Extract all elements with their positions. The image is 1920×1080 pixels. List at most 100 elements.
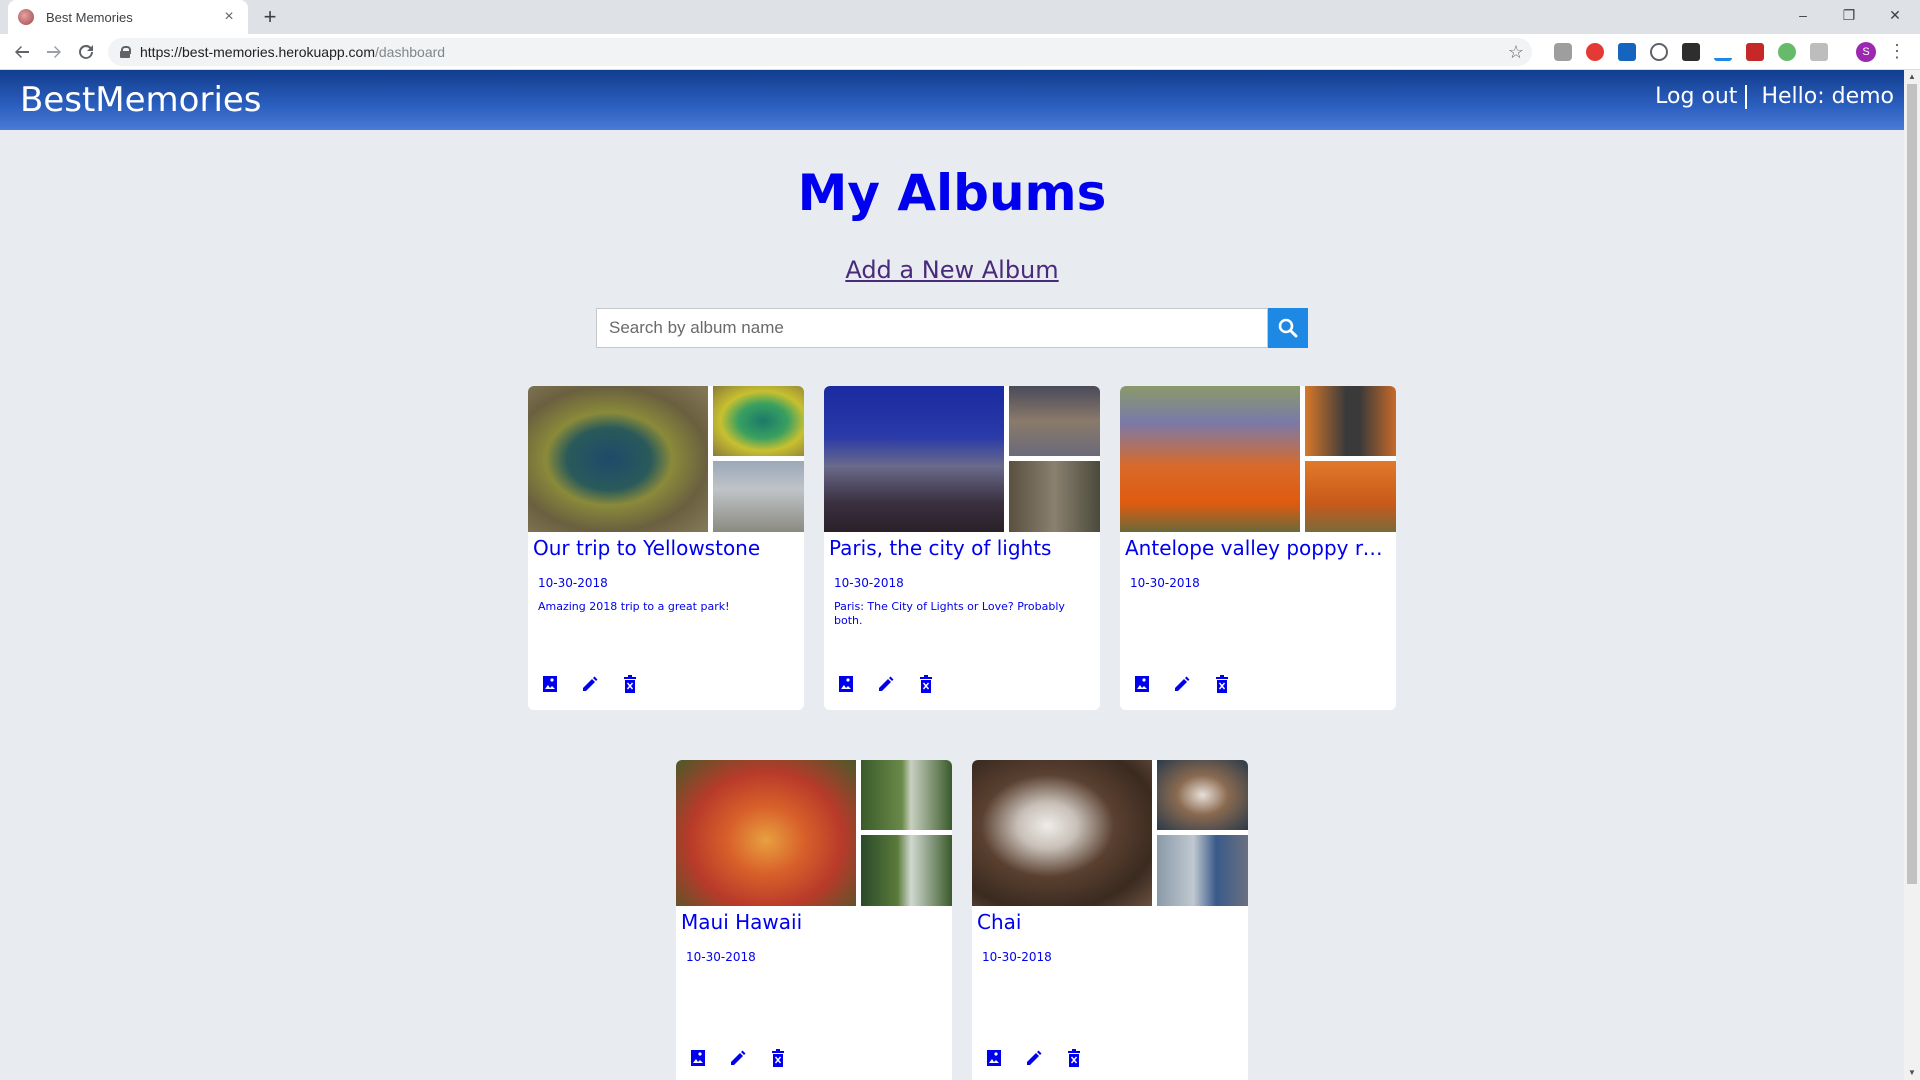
extension-cloud-icon[interactable] (1554, 43, 1572, 61)
album-photos[interactable] (1120, 386, 1396, 532)
album-card[interactable]: Maui Hawaii 10-30-2018 (676, 760, 952, 1080)
url-host: https://best-memories.herokuapp.com (140, 44, 375, 60)
album-cover-photo (676, 760, 856, 906)
album-title[interactable]: Chai (977, 910, 1245, 934)
delete-trash-icon[interactable] (1064, 1048, 1084, 1068)
bookmark-star-icon[interactable]: ☆ (1508, 42, 1524, 63)
album-cover-photo (972, 760, 1152, 906)
view-photos-icon[interactable] (1132, 674, 1152, 694)
delete-trash-icon[interactable] (768, 1048, 788, 1068)
album-thumb-photo (1009, 386, 1100, 456)
album-actions (540, 674, 640, 694)
album-title[interactable]: Antelope valley poppy reser… (1125, 536, 1393, 560)
album-thumb-photo (861, 760, 952, 830)
album-actions (984, 1048, 1084, 1068)
close-window-button[interactable]: ✕ (1872, 0, 1918, 30)
brand-logo[interactable]: BestMemories (20, 80, 262, 120)
reload-button[interactable] (74, 40, 98, 64)
extension-circle-icon[interactable] (1650, 43, 1668, 61)
view-photos-icon[interactable] (540, 674, 560, 694)
extension-triangle-icon[interactable] (1714, 43, 1732, 61)
scroll-up-arrow-icon[interactable]: ▲ (1907, 72, 1917, 82)
album-card[interactable]: Antelope valley poppy reser… 10-30-2018 (1120, 386, 1396, 710)
browser-toolbar: https://best-memories.herokuapp.com /das… (0, 34, 1920, 70)
album-date: 10-30-2018 (686, 950, 756, 964)
user-greeting: Hello: demo (1761, 84, 1894, 109)
album-title[interactable]: Maui Hawaii (681, 910, 949, 934)
extension-red-icon[interactable] (1746, 43, 1764, 61)
lock-icon (120, 46, 131, 58)
album-thumb-photo (1305, 386, 1396, 456)
album-title[interactable]: Paris, the city of lights (829, 536, 1097, 560)
edit-pencil-icon[interactable] (580, 674, 600, 694)
search-button[interactable] (1268, 308, 1308, 348)
delete-trash-icon[interactable] (916, 674, 936, 694)
scrollbar-thumb[interactable] (1907, 84, 1917, 884)
back-arrow-icon (15, 46, 29, 58)
extension-shield-icon[interactable] (1810, 43, 1828, 61)
album-description: Amazing 2018 trip to a great park! (538, 600, 730, 613)
extension-t-icon[interactable] (1618, 43, 1636, 61)
browser-tab[interactable]: Best Memories × (8, 0, 248, 34)
back-button[interactable] (10, 40, 34, 64)
view-photos-icon[interactable] (836, 674, 856, 694)
address-bar[interactable]: https://best-memories.herokuapp.com /das… (108, 38, 1532, 66)
album-photos[interactable] (972, 760, 1248, 906)
extension-green-icon[interactable] (1778, 43, 1796, 61)
search-input[interactable] (596, 308, 1268, 348)
extension-opera-icon[interactable] (1586, 43, 1604, 61)
edit-pencil-icon[interactable] (728, 1048, 748, 1068)
album-thumb-photo (1157, 835, 1248, 906)
restore-button[interactable]: ❐ (1826, 0, 1872, 30)
album-photos[interactable] (676, 760, 952, 906)
album-actions (836, 674, 936, 694)
favicon-icon (18, 9, 34, 25)
minimize-button[interactable]: – (1780, 0, 1826, 30)
album-actions (688, 1048, 788, 1068)
extension-check-icon[interactable] (1682, 43, 1700, 61)
new-tab-button[interactable]: + (258, 6, 282, 30)
url-path: /dashboard (375, 44, 446, 60)
album-card[interactable]: Our trip to Yellowstone 10-30-2018 Amazi… (528, 386, 804, 710)
browser-tabstrip: Best Memories × + – ❐ ✕ (0, 0, 1920, 34)
browser-menu-icon[interactable]: ⋮ (1888, 42, 1906, 60)
forward-button[interactable] (42, 40, 66, 64)
forward-arrow-icon (47, 46, 61, 58)
edit-pencil-icon[interactable] (1172, 674, 1192, 694)
delete-trash-icon[interactable] (620, 674, 640, 694)
header-nav: Log out Hello: demo (1655, 84, 1894, 109)
add-album-link[interactable]: Add a New Album (845, 256, 1058, 284)
vertical-scrollbar[interactable]: ▲ ▼ (1904, 70, 1920, 1080)
album-thumb-photo (713, 461, 804, 532)
album-cover-photo (824, 386, 1004, 532)
edit-pencil-icon[interactable] (1024, 1048, 1044, 1068)
delete-trash-icon[interactable] (1212, 674, 1232, 694)
tab-close-icon[interactable]: × (220, 8, 238, 26)
album-title[interactable]: Our trip to Yellowstone (533, 536, 801, 560)
reload-icon (79, 44, 93, 59)
nav-divider (1745, 84, 1748, 109)
album-thumb-photo (1305, 461, 1396, 532)
profile-avatar[interactable]: S (1856, 42, 1876, 62)
page-title: My Albums (797, 164, 1107, 222)
album-date: 10-30-2018 (834, 576, 904, 590)
album-thumb-photo (1157, 760, 1248, 830)
scroll-down-arrow-icon[interactable]: ▼ (1907, 1068, 1917, 1078)
album-photos[interactable] (824, 386, 1100, 532)
album-thumb-photo (861, 835, 952, 906)
view-photos-icon[interactable] (688, 1048, 708, 1068)
album-date: 10-30-2018 (1130, 576, 1200, 590)
album-date: 10-30-2018 (538, 576, 608, 590)
album-thumb-photo (1009, 461, 1100, 532)
view-photos-icon[interactable] (984, 1048, 1004, 1068)
album-thumb-photo (713, 386, 804, 456)
album-card[interactable]: Paris, the city of lights 10-30-2018 Par… (824, 386, 1100, 710)
edit-pencil-icon[interactable] (876, 674, 896, 694)
search-bar (596, 308, 1308, 348)
album-photos[interactable] (528, 386, 804, 532)
album-cover-photo (528, 386, 708, 532)
search-icon (1278, 318, 1298, 338)
album-card[interactable]: Chai 10-30-2018 (972, 760, 1248, 1080)
logout-link[interactable]: Log out (1655, 84, 1737, 109)
page-viewport: BestMemories Log out Hello: demo My Albu… (0, 70, 1904, 1080)
